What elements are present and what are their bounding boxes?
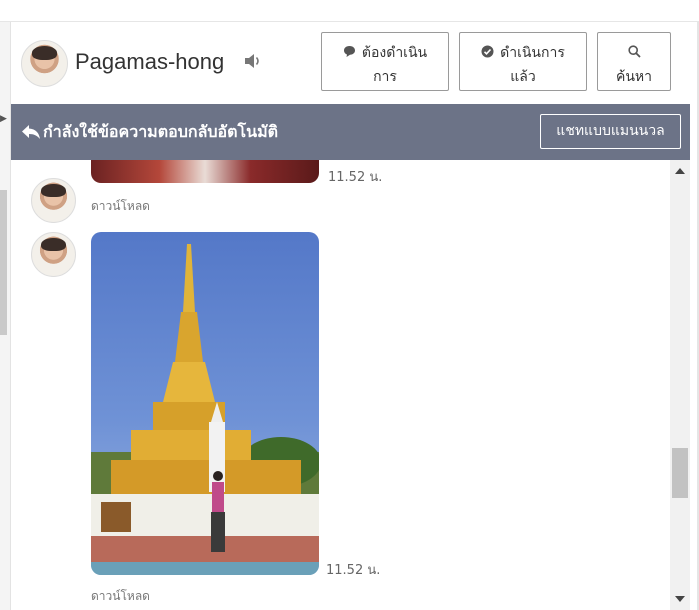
manual-chat-button[interactable]: แชทแบบแมนนวล [540, 114, 681, 149]
top-strip [0, 0, 699, 22]
temple-photo [91, 244, 319, 575]
chat-bubble-icon [343, 46, 355, 57]
needs-action-label-1: ต้องดำเนิน [361, 45, 428, 61]
search-icon [627, 45, 641, 58]
left-pane-arrow-icon[interactable]: ▶ [0, 114, 7, 124]
contact-name: Pagamas-hong [75, 49, 225, 74]
search-button[interactable]: ค้นหา [597, 32, 671, 91]
scroll-thumb[interactable] [672, 448, 688, 498]
image-message-2[interactable] [91, 232, 319, 575]
speaker-icon[interactable] [244, 53, 262, 69]
left-pane: ▶ [0, 22, 11, 610]
auto-reply-text: กำลังใช้ข้อความตอบกลับอัตโนมัติ [43, 122, 278, 141]
message-time-2: 11.52 น. [326, 563, 381, 578]
check-circle-icon [481, 45, 494, 58]
message-area: 11.52 น. ดาวน์โหลด 11.52 น. ดาวน์โหลด [11, 160, 670, 610]
chat-scrollbar[interactable] [670, 160, 690, 610]
image-message-1[interactable] [91, 160, 319, 183]
avatar[interactable] [21, 40, 68, 87]
scroll-up-icon[interactable] [675, 168, 685, 174]
avatar[interactable] [31, 232, 76, 277]
search-label: ค้นหา [615, 69, 653, 85]
message-time-1: 11.52 น. [328, 170, 383, 185]
done-button[interactable]: ดำเนินการ แล้ว [459, 32, 587, 91]
scroll-down-icon[interactable] [675, 596, 685, 602]
done-label-1: ดำเนินการ [500, 45, 565, 61]
download-link-2[interactable]: ดาวน์โหลด [91, 587, 150, 606]
done-label-2: แล้ว [510, 69, 536, 85]
avatar[interactable] [31, 178, 76, 223]
download-link-1[interactable]: ดาวน์โหลด [91, 197, 150, 216]
chat-header: Pagamas-hong ต้องดำเนิน การ ดำเนินการ แล… [11, 22, 690, 104]
left-pane-scroll-thumb[interactable] [0, 190, 7, 335]
auto-reply-banner: กำลังใช้ข้อความตอบกลับอัตโนมัติ แชทแบบแม… [11, 104, 690, 160]
needs-action-label-2: การ [373, 69, 397, 85]
reply-arrow-icon [22, 125, 40, 139]
needs-action-button[interactable]: ต้องดำเนิน การ [321, 32, 449, 91]
